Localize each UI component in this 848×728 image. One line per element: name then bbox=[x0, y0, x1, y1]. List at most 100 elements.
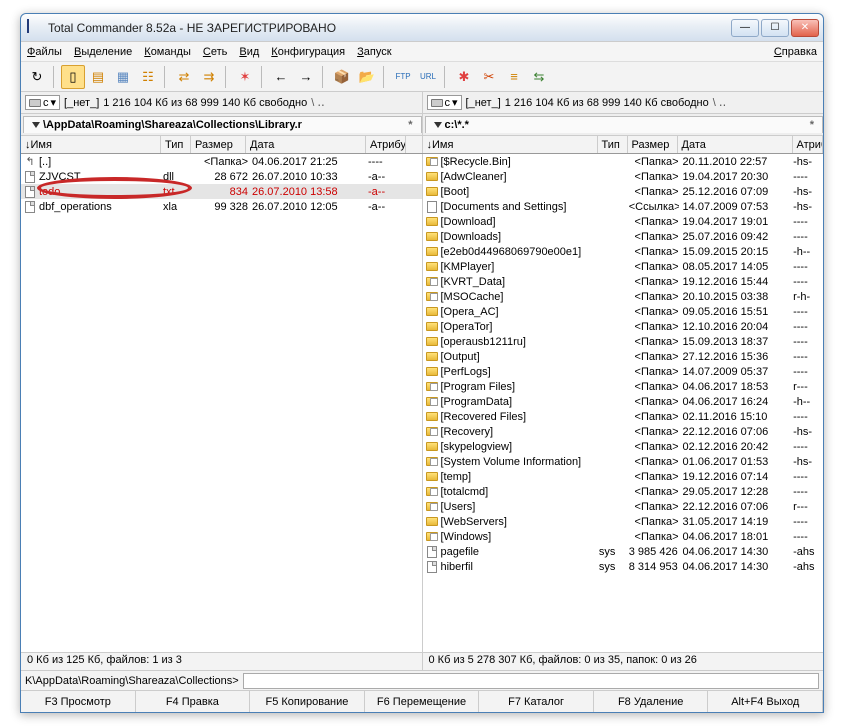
right-pane[interactable]: [$Recycle.Bin]<Папка>20.11.2010 22:57-hs… bbox=[422, 154, 824, 652]
favorite-icon[interactable]: * bbox=[810, 119, 814, 131]
column-attr[interactable]: Атрибу bbox=[793, 136, 823, 153]
file-row[interactable]: [..]<Папка>04.06.2017 21:25---- bbox=[21, 154, 422, 169]
maximize-button[interactable]: ☐ bbox=[761, 19, 789, 37]
file-row[interactable]: [Documents and Settings]<Ссылка>14.07.20… bbox=[423, 199, 824, 214]
file-date: 09.05.2016 15:51 bbox=[679, 306, 794, 318]
drive-selector-left[interactable]: c ▾ bbox=[25, 95, 60, 110]
menu-run[interactable]: Запуск bbox=[357, 46, 391, 58]
favorite-icon[interactable]: * bbox=[408, 119, 412, 131]
left-pane[interactable]: [..]<Папка>04.06.2017 21:25----ZJVCSTdll… bbox=[21, 154, 422, 652]
view-full-icon[interactable]: ▤ bbox=[86, 65, 110, 89]
menu-files[interactable]: Файлы bbox=[27, 46, 62, 58]
tab-bar: \AppData\Roaming\Shareaza\Collections\Li… bbox=[21, 114, 823, 136]
drive-nav-right[interactable]: \ ‥ bbox=[713, 96, 726, 109]
column-attr[interactable]: Атрибу bbox=[366, 136, 406, 153]
menu-help[interactable]: Справка bbox=[774, 46, 817, 58]
menu-selection[interactable]: Выделение bbox=[74, 46, 132, 58]
tab-right-path[interactable]: c:\*.** bbox=[425, 116, 824, 133]
file-row[interactable]: [WebServers]<Папка>31.05.2017 14:19---- bbox=[423, 514, 824, 529]
fkey-f3[interactable]: F3 Просмотр bbox=[21, 691, 136, 712]
close-button[interactable]: ✕ bbox=[791, 19, 819, 37]
view-tree-icon[interactable]: ☷ bbox=[136, 65, 160, 89]
menu-config[interactable]: Конфигурация bbox=[271, 46, 345, 58]
sync-icon[interactable]: ⇆ bbox=[527, 65, 551, 89]
ftp-icon[interactable]: FTP bbox=[391, 65, 415, 89]
file-row[interactable]: [operausb1211ru]<Папка>15.09.2013 18:37-… bbox=[423, 334, 824, 349]
file-row[interactable]: dbf_operationsxla99 32826.07.2010 12:05-… bbox=[21, 199, 422, 214]
menu-view[interactable]: Вид bbox=[239, 46, 259, 58]
forward-icon[interactable]: → bbox=[294, 65, 318, 89]
main-window: Total Commander 8.52a - НЕ ЗАРЕГИСТРИРОВ… bbox=[20, 13, 824, 713]
file-row[interactable]: [OperaTor]<Папка>12.10.2016 20:04---- bbox=[423, 319, 824, 334]
file-date: 25.12.2016 07:09 bbox=[679, 186, 794, 198]
column-size[interactable]: Размер bbox=[191, 136, 246, 153]
file-row[interactable]: [ProgramData]<Папка>04.06.2017 16:24-h-- bbox=[423, 394, 824, 409]
file-row[interactable]: [KVRT_Data]<Папка>19.12.2016 15:44---- bbox=[423, 274, 824, 289]
column-date[interactable]: Дата bbox=[246, 136, 366, 153]
file-row[interactable]: todotxt83426.07.2010 13:58-a-- bbox=[21, 184, 422, 199]
column-size[interactable]: Размер bbox=[628, 136, 678, 153]
file-row[interactable]: pagefilesys3 985 426 68804.06.2017 14:30… bbox=[423, 544, 824, 559]
file-row[interactable]: [skypelogview]<Папка>02.12.2016 20:42---… bbox=[423, 439, 824, 454]
menu-net[interactable]: Сеть bbox=[203, 46, 227, 58]
column-ext[interactable]: Тип bbox=[598, 136, 628, 153]
file-row[interactable]: hiberfilsys8 314 953 98404.06.2017 14:30… bbox=[423, 559, 824, 574]
menu-commands[interactable]: Команды bbox=[144, 46, 191, 58]
split-icon[interactable]: ✂ bbox=[477, 65, 501, 89]
notepad-icon[interactable]: ✱ bbox=[452, 65, 476, 89]
folder-icon bbox=[425, 306, 439, 318]
file-row[interactable]: [Opera_AC]<Папка>09.05.2016 15:51---- bbox=[423, 304, 824, 319]
file-row[interactable]: [System Volume Information]<Папка>01.06.… bbox=[423, 454, 824, 469]
fkey-f6[interactable]: F6 Перемещение bbox=[365, 691, 480, 712]
compare-icon[interactable]: ≡ bbox=[502, 65, 526, 89]
file-attr: ---- bbox=[793, 321, 823, 333]
fkey-altf4[interactable]: Alt+F4 Выход bbox=[708, 691, 823, 712]
file-row[interactable]: [Downloads]<Папка>25.07.2016 09:42---- bbox=[423, 229, 824, 244]
fkey-f8[interactable]: F8 Удаление bbox=[594, 691, 709, 712]
file-name: [KMPlayer] bbox=[441, 261, 599, 273]
fkey-f4[interactable]: F4 Правка bbox=[136, 691, 251, 712]
file-row[interactable]: [e2eb0d44968069790e00e1]<Папка>15.09.201… bbox=[423, 244, 824, 259]
drive-selector-right[interactable]: c ▾ bbox=[427, 95, 462, 110]
view-brief-icon[interactable]: ▯ bbox=[61, 65, 85, 89]
target-equal-icon[interactable]: ⇉ bbox=[197, 65, 221, 89]
file-row[interactable]: [temp]<Папка>19.12.2016 07:14---- bbox=[423, 469, 824, 484]
back-icon[interactable]: ← bbox=[269, 65, 293, 89]
url-icon[interactable]: URL bbox=[416, 65, 440, 89]
view-thumbs-icon[interactable]: ▦ bbox=[111, 65, 135, 89]
tab-left-path[interactable]: \AppData\Roaming\Shareaza\Collections\Li… bbox=[23, 116, 422, 133]
file-row[interactable]: [MSOCache]<Папка>20.10.2015 03:38r-h- bbox=[423, 289, 824, 304]
file-row[interactable]: [AdwCleaner]<Папка>19.04.2017 20:30---- bbox=[423, 169, 824, 184]
column-ext[interactable]: Тип bbox=[161, 136, 191, 153]
file-row[interactable]: [Program Files]<Папка>04.06.2017 18:53r-… bbox=[423, 379, 824, 394]
file-row[interactable]: [Output]<Папка>27.12.2016 15:36---- bbox=[423, 349, 824, 364]
pack-icon[interactable]: 📦 bbox=[330, 65, 354, 89]
file-row[interactable]: [Recovered Files]<Папка>02.11.2016 15:10… bbox=[423, 409, 824, 424]
file-row[interactable]: [Boot]<Папка>25.12.2016 07:09-hs- bbox=[423, 184, 824, 199]
fkey-f5[interactable]: F5 Копирование bbox=[250, 691, 365, 712]
file-row[interactable]: [Recovery]<Папка>22.12.2016 07:06-hs- bbox=[423, 424, 824, 439]
column-name[interactable]: ↓Имя bbox=[21, 136, 161, 153]
file-row[interactable]: [Download]<Папка>19.04.2017 19:01---- bbox=[423, 214, 824, 229]
file-name: [System Volume Information] bbox=[441, 456, 599, 468]
command-input[interactable] bbox=[243, 673, 819, 689]
swap-panels-icon[interactable]: ⇄ bbox=[172, 65, 196, 89]
file-row[interactable]: [PerfLogs]<Папка>14.07.2009 05:37---- bbox=[423, 364, 824, 379]
refresh-icon[interactable]: ↻ bbox=[25, 65, 49, 89]
file-size: <Папка> bbox=[629, 171, 679, 183]
file-row[interactable]: ZJVCSTdll28 67226.07.2010 10:33-a-- bbox=[21, 169, 422, 184]
file-row[interactable]: [Users]<Папка>22.12.2016 07:06r--- bbox=[423, 499, 824, 514]
file-row[interactable]: [$Recycle.Bin]<Папка>20.11.2010 22:57-hs… bbox=[423, 154, 824, 169]
minimize-button[interactable]: — bbox=[731, 19, 759, 37]
column-name[interactable]: ↓Имя bbox=[423, 136, 598, 153]
unpack-icon[interactable]: 📂 bbox=[355, 65, 379, 89]
titlebar[interactable]: Total Commander 8.52a - НЕ ЗАРЕГИСТРИРОВ… bbox=[21, 14, 823, 42]
file-row[interactable]: [Windows]<Папка>04.06.2017 18:01---- bbox=[423, 529, 824, 544]
file-attr: -hs- bbox=[793, 156, 823, 168]
column-date[interactable]: Дата bbox=[678, 136, 793, 153]
fkey-f7[interactable]: F7 Каталог bbox=[479, 691, 594, 712]
file-row[interactable]: [KMPlayer]<Папка>08.05.2017 14:05---- bbox=[423, 259, 824, 274]
invert-icon[interactable]: ✶ bbox=[233, 65, 257, 89]
file-row[interactable]: [totalcmd]<Папка>29.05.2017 12:28---- bbox=[423, 484, 824, 499]
drive-nav-left[interactable]: \ ‥ bbox=[311, 96, 324, 109]
